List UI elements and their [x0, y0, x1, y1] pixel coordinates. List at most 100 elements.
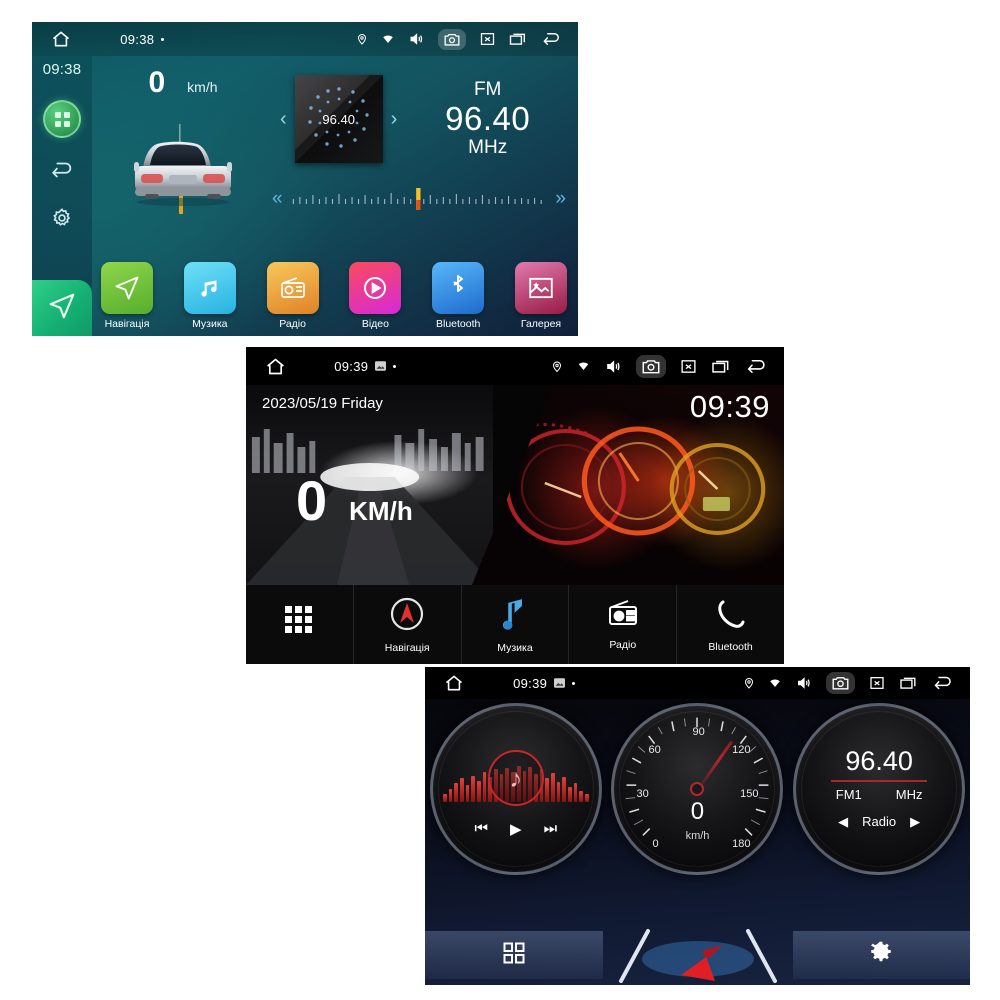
home-icon[interactable] — [51, 29, 71, 49]
sidebar-item-navigation[interactable] — [32, 280, 92, 336]
bottom-apps-button[interactable] — [425, 931, 603, 979]
app-label: Відео — [361, 318, 389, 330]
camera-icon[interactable] — [825, 672, 855, 694]
app-bluetooth[interactable]: Bluetooth — [429, 262, 487, 330]
sidebar-item-settings[interactable] — [51, 207, 73, 234]
status-icons-group — [551, 354, 768, 378]
radio-album-art[interactable]: 96.40 — [294, 75, 383, 163]
dock-item-label: Bluetooth — [708, 640, 753, 653]
gauges-row: ♪ ⏮ ▶ ⏭ 0 30 60 90 120 150 180 0 km/h 96… — [425, 703, 970, 893]
seek-back-button[interactable]: « — [272, 188, 283, 210]
app-radio[interactable]: Радіо — [264, 262, 322, 330]
dock-item-navigation[interactable]: Навігація — [352, 585, 461, 664]
status-time: 09:39 — [334, 358, 369, 374]
head-unit-screen-dashboard: 09:39 2023/05/19 Friday 09:39 0 KM/h Нав… — [246, 347, 784, 664]
status-bar-screen2: 09:39 — [246, 347, 784, 385]
speedometer-gauge[interactable]: 0 30 60 90 120 150 180 0 km/h — [611, 703, 784, 875]
volume-icon[interactable] — [604, 358, 623, 375]
radio-next-button[interactable]: › — [383, 108, 406, 131]
recents-icon[interactable] — [509, 31, 528, 47]
video-play-icon[interactable] — [349, 262, 402, 314]
radio-controls[interactable]: ◀ Radio ▶ — [838, 814, 920, 830]
radio-gauge[interactable]: 96.40 FM1 MHz ◀ Radio ▶ — [793, 703, 966, 875]
location-icon — [743, 676, 755, 690]
media-controls[interactable]: ⏮ ▶ ⏭ — [433, 820, 599, 838]
compass-icon[interactable] — [389, 596, 425, 637]
previous-track-button[interactable]: ⏮ — [475, 820, 489, 838]
close-icon[interactable] — [679, 358, 698, 375]
play-button[interactable]: ▶ — [510, 820, 522, 838]
bluetooth-icon[interactable] — [432, 262, 485, 314]
close-icon[interactable] — [479, 31, 496, 47]
dock-item-radio[interactable]: Радіо — [568, 585, 676, 664]
speed-unit: KM/h — [349, 496, 413, 526]
radio-band: FM — [473, 79, 502, 101]
sidebar-item-back[interactable] — [49, 160, 75, 185]
bottom-settings-button[interactable] — [792, 931, 970, 979]
apps-grid-icon[interactable] — [284, 605, 314, 640]
speed-value: 0 — [148, 66, 166, 99]
radio-icon[interactable] — [605, 599, 641, 634]
next-track-button[interactable]: ⏭ — [544, 820, 558, 838]
apps-grid-icon[interactable] — [43, 100, 81, 138]
settings-gear-icon[interactable] — [51, 207, 73, 234]
status-icons-group — [356, 28, 562, 50]
radio-panel: ‹ 96.40 › FM 96.40 MHz « » — [268, 60, 570, 236]
radio-label: Radio — [862, 814, 897, 830]
radio-icon[interactable] — [266, 262, 319, 314]
tuner-scale[interactable] — [289, 186, 550, 212]
camera-icon[interactable] — [635, 354, 666, 378]
music-note-icon[interactable] — [183, 262, 236, 314]
radio-band-row: FM1 MHz — [836, 787, 923, 802]
dock-item-bluetooth[interactable]: Bluetooth — [676, 585, 784, 664]
screenshot-indicator-icon — [554, 678, 566, 688]
home-icon[interactable] — [265, 356, 286, 377]
home-icon[interactable] — [444, 673, 464, 693]
app-video[interactable]: Відео — [346, 262, 404, 330]
wifi-icon — [381, 33, 395, 45]
radio-prev-button[interactable]: ‹ — [272, 108, 295, 131]
app-navigation[interactable]: Навігація — [98, 262, 156, 330]
dashboard-hero: 2023/05/19 Friday 09:39 0 KM/h — [246, 385, 784, 585]
dock-item-label: Радіо — [609, 638, 637, 651]
music-note-icon[interactable] — [499, 596, 531, 637]
apps-grid-icon[interactable] — [503, 942, 525, 969]
radio-tuner[interactable]: « » — [268, 178, 570, 220]
close-icon[interactable] — [868, 675, 886, 691]
seek-forward-button[interactable]: » — [555, 188, 566, 210]
speed-tick-120: 120 — [732, 744, 751, 756]
recents-icon[interactable] — [899, 675, 919, 691]
app-gallery[interactable]: Галерея — [512, 262, 570, 330]
back-icon[interactable] — [932, 675, 954, 691]
navigation-icon[interactable] — [101, 262, 153, 314]
settings-gear-icon[interactable] — [868, 940, 894, 971]
gallery-icon[interactable] — [514, 262, 567, 314]
bottom-dock: Навігація Музика Радіо Bluetooth — [246, 585, 784, 664]
status-bar-screen1: 09:38 — [32, 22, 578, 56]
recents-icon[interactable] — [711, 358, 732, 375]
music-gauge[interactable]: ♪ ⏮ ▶ ⏭ — [429, 703, 602, 875]
camera-icon[interactable] — [437, 28, 466, 50]
phone-icon[interactable] — [714, 597, 748, 636]
bottom-navigation-button[interactable] — [603, 923, 793, 985]
navigation-arrow-icon[interactable] — [603, 923, 793, 985]
back-icon[interactable] — [541, 31, 562, 47]
bottom-bar — [425, 923, 970, 985]
screenshot-canvas: 09:38 09:38 0 km/h ‹ 96.40 › FM 96.40 MH… — [0, 0, 1000, 1000]
wifi-icon — [576, 360, 591, 372]
app-music[interactable]: Музика — [181, 262, 239, 330]
volume-icon[interactable] — [795, 675, 813, 691]
back-icon[interactable] — [745, 358, 768, 375]
music-note-icon: ♪ — [487, 750, 544, 806]
radio-next-button[interactable]: ▶ — [910, 814, 920, 830]
sidebar-item-apps[interactable] — [43, 100, 81, 138]
volume-icon[interactable] — [408, 31, 425, 47]
radio-prev-button[interactable]: ◀ — [838, 814, 848, 830]
dock-item-apps[interactable] — [246, 585, 353, 664]
speed-value: 0 — [296, 469, 328, 532]
radio-band: FM1 — [835, 786, 862, 802]
sidebar-time: 09:38 — [42, 61, 82, 78]
dock-item-music[interactable]: Музика — [460, 585, 569, 664]
back-icon[interactable] — [49, 160, 75, 185]
music-note-glyph: ♪ — [509, 763, 523, 793]
